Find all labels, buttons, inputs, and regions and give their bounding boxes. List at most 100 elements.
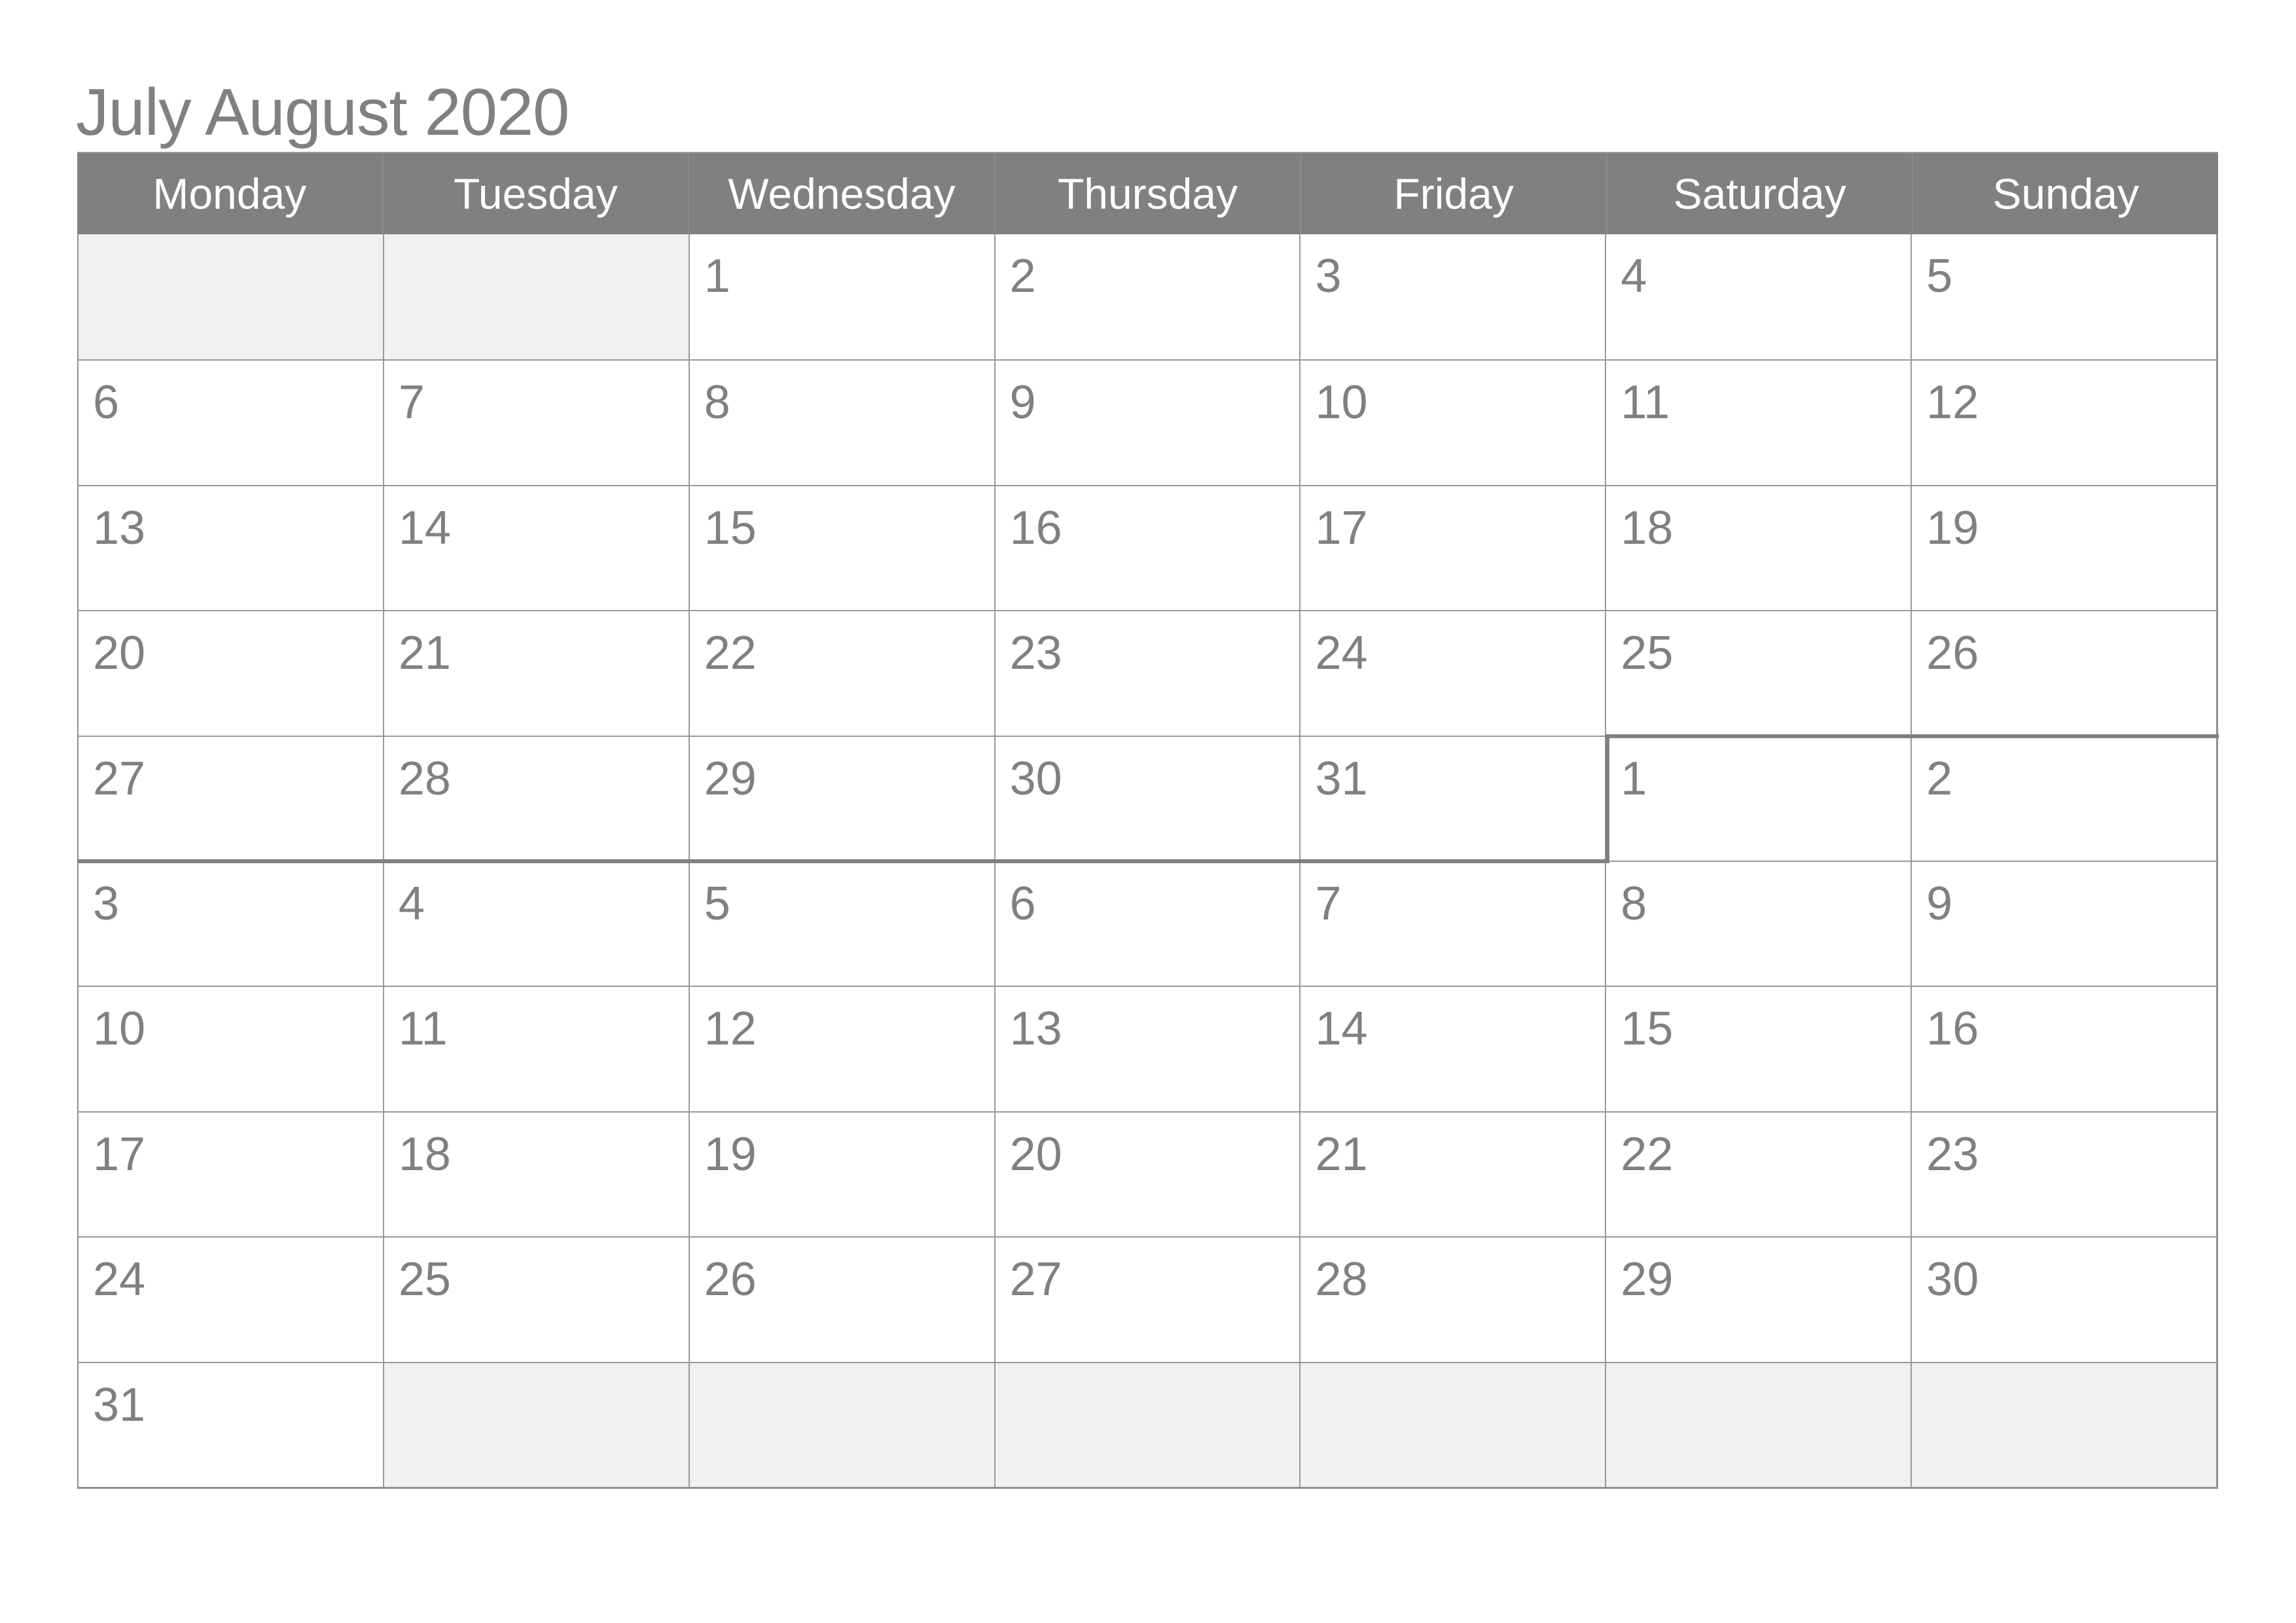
day-cell[interactable]: 13 <box>994 987 1300 1111</box>
day-cell[interactable]: 4 <box>382 861 689 986</box>
day-number: 19 <box>704 1128 757 1181</box>
day-cell[interactable]: 27 <box>994 1238 1300 1362</box>
day-cell[interactable]: 22 <box>1605 1112 1911 1237</box>
day-cell[interactable]: 7 <box>1299 861 1605 986</box>
day-cell[interactable]: 9 <box>994 361 1300 485</box>
day-cell[interactable]: 7 <box>382 361 689 485</box>
day-cell[interactable]: 19 <box>688 1112 994 1237</box>
day-cell[interactable]: 12 <box>688 987 994 1111</box>
day-number: 25 <box>398 1253 451 1306</box>
day-cell[interactable]: 5 <box>1910 234 2217 360</box>
day-cell[interactable]: 18 <box>382 1112 689 1237</box>
day-cell[interactable]: 17 <box>1299 486 1605 611</box>
day-number: 26 <box>1926 627 1979 680</box>
day-number: 15 <box>704 501 757 554</box>
day-cell[interactable]: 1 <box>688 234 994 360</box>
day-number: 18 <box>1621 501 1674 554</box>
day-number: 7 <box>1315 877 1342 930</box>
month-separator-vertical <box>1605 734 1610 862</box>
week-row: 24 25 26 27 28 29 30 <box>79 1236 2217 1362</box>
weekday-header-row: Monday Tuesday Wednesday Thursday Friday… <box>77 152 2218 234</box>
day-cell[interactable]: 31 <box>79 1363 383 1487</box>
day-number: 22 <box>704 627 757 680</box>
day-cell[interactable]: 13 <box>79 486 383 611</box>
day-number: 17 <box>1315 501 1368 554</box>
day-cell[interactable]: 14 <box>1299 987 1605 1111</box>
day-cell[interactable]: 24 <box>1299 611 1605 736</box>
day-cell[interactable]: 19 <box>1910 486 2217 611</box>
day-cell[interactable]: 27 <box>79 736 383 861</box>
day-number: 6 <box>93 376 120 429</box>
day-number: 23 <box>1009 627 1062 680</box>
day-cell[interactable]: 6 <box>79 361 383 485</box>
day-cell[interactable]: 10 <box>1299 361 1605 485</box>
day-cell[interactable]: 15 <box>1605 987 1911 1111</box>
day-cell[interactable]: 20 <box>994 1112 1300 1237</box>
empty-day-cell <box>994 1363 1300 1487</box>
day-number: 30 <box>1009 752 1062 805</box>
day-number: 16 <box>1009 501 1062 554</box>
day-cell[interactable]: 16 <box>994 486 1300 611</box>
day-cell[interactable]: 4 <box>1605 234 1911 360</box>
day-cell[interactable]: 6 <box>994 861 1300 986</box>
week-row: 1 2 3 4 5 <box>79 234 2217 360</box>
day-cell[interactable]: 3 <box>79 861 383 986</box>
day-cell[interactable]: 10 <box>79 987 383 1111</box>
month-separator-top <box>1605 734 2219 738</box>
day-number: 4 <box>398 877 425 930</box>
day-cell[interactable]: 8 <box>1605 861 1911 986</box>
day-cell[interactable]: 11 <box>382 987 689 1111</box>
day-cell[interactable]: 25 <box>382 1238 689 1362</box>
day-cell[interactable]: 22 <box>688 611 994 736</box>
week-row: 10 11 12 13 14 15 16 <box>79 986 2217 1111</box>
day-cell[interactable]: 3 <box>1299 234 1605 360</box>
weekday-header-sunday: Sunday <box>1912 153 2218 234</box>
day-cell[interactable]: 15 <box>688 486 994 611</box>
calendar-grid: Monday Tuesday Wednesday Thursday Friday… <box>77 152 2219 1489</box>
day-number: 19 <box>1926 501 1979 554</box>
day-cell[interactable]: 11 <box>1605 361 1911 485</box>
day-number: 25 <box>1621 627 1674 680</box>
day-cell[interactable]: 31 <box>1299 736 1605 861</box>
day-cell[interactable]: 21 <box>382 611 689 736</box>
day-cell[interactable]: 2 <box>1910 736 2217 861</box>
day-cell[interactable]: 21 <box>1299 1112 1605 1237</box>
day-cell[interactable]: 26 <box>688 1238 994 1362</box>
day-cell[interactable]: 5 <box>688 861 994 986</box>
day-number: 8 <box>704 376 730 429</box>
day-cell[interactable]: 30 <box>1910 1238 2217 1362</box>
weekday-header-wednesday: Wednesday <box>688 153 994 234</box>
day-cell[interactable]: 18 <box>1605 486 1911 611</box>
day-cell[interactable]: 29 <box>1605 1238 1911 1362</box>
day-number: 30 <box>1926 1253 1979 1306</box>
day-cell[interactable]: 28 <box>1299 1238 1605 1362</box>
day-number: 23 <box>1926 1128 1979 1181</box>
day-cell[interactable]: 28 <box>382 736 689 861</box>
day-cell[interactable]: 17 <box>79 1112 383 1237</box>
day-cell[interactable]: 12 <box>1910 361 2217 485</box>
day-number: 12 <box>704 1003 757 1056</box>
day-number: 28 <box>398 752 451 805</box>
day-cell[interactable]: 23 <box>1910 1112 2217 1237</box>
day-cell[interactable]: 2 <box>994 234 1300 360</box>
day-cell[interactable]: 1 <box>1605 736 1911 861</box>
day-number: 3 <box>93 877 120 930</box>
day-cell[interactable]: 29 <box>688 736 994 861</box>
week-row: 27 28 29 30 31 1 2 <box>79 735 2217 861</box>
weekday-header-monday: Monday <box>152 169 307 218</box>
day-number: 13 <box>93 501 146 554</box>
day-cell[interactable]: 14 <box>382 486 689 611</box>
day-cell[interactable]: 16 <box>1910 987 2217 1111</box>
day-number: 5 <box>704 877 730 930</box>
day-cell[interactable]: 24 <box>79 1238 383 1362</box>
day-cell[interactable]: 20 <box>79 611 383 736</box>
day-number: 28 <box>1315 1253 1368 1306</box>
day-number: 10 <box>1315 376 1368 429</box>
day-cell[interactable]: 26 <box>1910 611 2217 736</box>
day-cell[interactable]: 25 <box>1605 611 1911 736</box>
day-cell[interactable]: 9 <box>1910 861 2217 986</box>
day-cell[interactable]: 23 <box>994 611 1300 736</box>
day-cell[interactable]: 30 <box>994 736 1300 861</box>
day-cell[interactable]: 8 <box>688 361 994 485</box>
empty-day-cell <box>382 1363 689 1487</box>
